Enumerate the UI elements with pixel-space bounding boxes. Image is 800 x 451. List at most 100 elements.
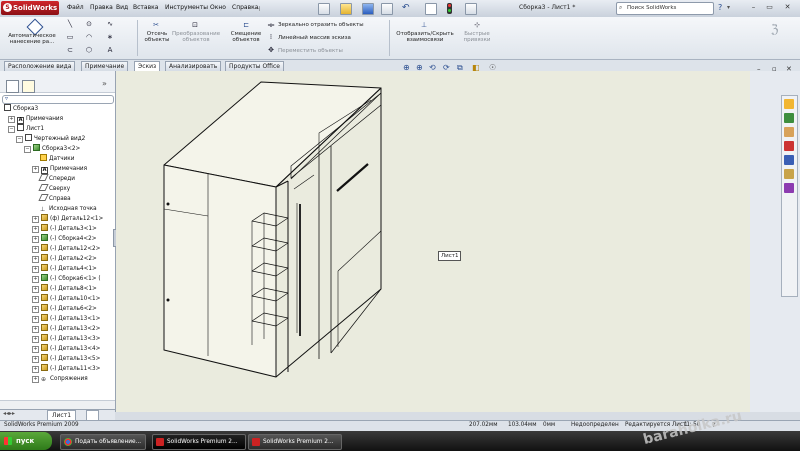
search-results-icon[interactable] — [784, 141, 794, 151]
taskbar-browser-button[interactable]: Подать объявление... — [60, 434, 146, 450]
tree-part[interactable]: + (-) Деталь8<1> — [2, 284, 115, 294]
maximize-button[interactable]: ▭ — [764, 2, 775, 12]
custom-properties-icon[interactable] — [784, 183, 794, 193]
text-tool-icon[interactable]: A — [106, 46, 114, 54]
taskbar-solidworks-button-1[interactable]: SolidWorks Premium 2... — [152, 434, 246, 450]
collapse-icon[interactable]: − — [16, 136, 23, 143]
zoom-area-icon[interactable]: ⊕ — [416, 63, 423, 72]
expand-icon[interactable]: + — [32, 366, 39, 373]
view-orientation-icon[interactable]: ⧉ — [457, 63, 463, 73]
expand-icon[interactable]: + — [32, 256, 39, 263]
move-entities-label[interactable]: Переместить объекты — [278, 48, 343, 54]
rectangle-tool-icon[interactable]: ▭ — [66, 33, 74, 41]
menu-edit[interactable]: Правка — [90, 4, 113, 11]
slot-tool-icon[interactable]: ⊂ — [66, 46, 74, 54]
minimize-button[interactable]: – — [748, 2, 759, 12]
property-manager-tab-icon[interactable] — [22, 80, 35, 93]
collapse-icon[interactable]: − — [24, 146, 31, 153]
tree-root[interactable]: Сборка3 — [2, 104, 115, 114]
rotate-view-icon[interactable]: ⟳ — [443, 63, 450, 72]
drawing-canvas[interactable] — [116, 71, 750, 412]
menu-view[interactable]: Вид — [116, 4, 128, 11]
tree-part[interactable]: + (-) Деталь13<2> — [2, 324, 115, 334]
design-library-icon[interactable] — [784, 113, 794, 123]
tree-filter-input[interactable]: ▿ — [2, 95, 114, 104]
options-icon[interactable] — [465, 3, 477, 15]
expand-icon[interactable]: + — [32, 236, 39, 243]
display-relations-label[interactable]: Отобразить/Скрыть взаимосвязи — [394, 31, 456, 43]
expand-icon[interactable]: + — [32, 306, 39, 313]
new-doc-icon[interactable] — [318, 3, 330, 15]
tree-assembly[interactable]: − Сборка3<2> — [2, 144, 115, 154]
doc-restore-button[interactable]: ▫ — [772, 65, 777, 73]
line-tool-icon[interactable]: ╲ — [66, 20, 74, 28]
save-icon[interactable] — [362, 3, 374, 15]
tree-part[interactable]: + (-) Деталь10<1> — [2, 294, 115, 304]
menu-tools[interactable]: Инструменты — [165, 4, 208, 11]
start-button[interactable]: пуск — [0, 432, 52, 450]
menu-insert[interactable]: Вставка — [133, 4, 158, 11]
tree-subassembly[interactable]: + (-) Сборка6<1> ( — [2, 274, 115, 284]
expand-icon[interactable]: + — [32, 356, 39, 363]
appearances-icon[interactable] — [784, 169, 794, 179]
section-view-label[interactable]: Отсечь объекты — [140, 31, 174, 43]
tree-notes[interactable]: + A Примечания — [2, 164, 115, 174]
linear-pattern-icon[interactable]: ⁞ — [267, 33, 275, 41]
tab-annotation[interactable]: Примечание — [81, 61, 129, 71]
resources-icon[interactable] — [784, 99, 794, 109]
expand-icon[interactable]: + — [32, 316, 39, 323]
tree-plane-top[interactable]: Сверху — [2, 184, 115, 194]
tree-part[interactable]: + (-) Деталь13<4> — [2, 344, 115, 354]
tree-part[interactable]: + (-) Деталь13<3> — [2, 334, 115, 344]
linear-pattern-label[interactable]: Линейный массив эскиза — [278, 35, 351, 41]
expand-icon[interactable]: + — [32, 266, 39, 273]
view-palette-icon[interactable] — [784, 155, 794, 165]
menu-file[interactable]: Файл — [67, 4, 84, 11]
offset-entities-label[interactable]: Смещение объектов — [227, 31, 265, 43]
doc-close-button[interactable]: ✕ — [786, 65, 792, 73]
feature-tree-tab-icon[interactable] — [6, 80, 19, 93]
expand-icon[interactable]: + — [8, 116, 15, 123]
close-button[interactable]: ✕ — [782, 2, 793, 12]
tree-part[interactable]: + (-) Деталь6<2> — [2, 304, 115, 314]
tree-part[interactable]: + (-) Деталь3<1> — [2, 224, 115, 234]
spline-tool-icon[interactable]: ∿ — [106, 20, 114, 28]
tree-mates[interactable]: + ⊕ Сопряжения — [2, 374, 115, 384]
tree-part[interactable]: + (ф) Деталь12<1> — [2, 214, 115, 224]
tree-part[interactable]: + (-) Деталь13<5> — [2, 354, 115, 364]
trim-icon[interactable]: ✂ — [152, 21, 160, 29]
convert-entities-icon[interactable]: ⊡ — [191, 21, 199, 29]
tab-office-products[interactable]: Продукты Office — [225, 61, 284, 71]
print-icon[interactable] — [381, 3, 393, 15]
expand-icon[interactable]: + — [32, 276, 39, 283]
expand-icon[interactable]: + — [32, 216, 39, 223]
expand-icon[interactable]: + — [32, 326, 39, 333]
polygon-tool-icon[interactable]: ⬡ — [85, 46, 93, 54]
move-entities-icon[interactable]: ✥ — [267, 46, 275, 54]
previous-view-icon[interactable]: ⟲ — [429, 63, 436, 72]
tree-part[interactable]: + (-) Деталь13<1> — [2, 314, 115, 324]
arc-tool-icon[interactable]: ◠ — [85, 33, 93, 41]
tree-drawing-view[interactable]: − Чертежный вид2 — [2, 134, 115, 144]
point-tool-icon[interactable]: ∗ — [106, 33, 114, 41]
display-style-icon[interactable]: ◧ — [472, 63, 480, 72]
tab-view-layout[interactable]: Расположение вида — [4, 61, 76, 71]
expand-icon[interactable]: + — [32, 336, 39, 343]
tree-origin[interactable]: ⊥ Исходная точка — [2, 204, 115, 214]
mirror-entities-label[interactable]: Зеркально отразить объекты — [278, 22, 364, 28]
mirror-icon[interactable]: ⟚ — [267, 21, 275, 29]
undo-icon[interactable]: ↶ — [402, 3, 410, 13]
tree-subassembly[interactable]: + (-) Сборка4<2> — [2, 234, 115, 244]
expand-icon[interactable]: + — [32, 346, 39, 353]
expand-icon[interactable]: + — [32, 286, 39, 293]
doc-minimize-button[interactable]: – — [757, 65, 761, 73]
convert-entities-label[interactable]: Преобразование объектов — [172, 31, 220, 43]
tree-part[interactable]: + (-) Деталь11<3> — [2, 364, 115, 374]
tree-sensors[interactable]: Датчики — [2, 154, 115, 164]
zoom-to-fit-icon[interactable]: ⊕ — [403, 63, 410, 72]
file-explorer-icon[interactable] — [784, 127, 794, 137]
help-icon[interactable]: ? — [718, 3, 722, 12]
app-logo[interactable]: S SolidWorks — [1, 1, 59, 15]
quick-snaps-icon[interactable]: ⊹ — [473, 21, 481, 29]
expand-panel-icon[interactable]: » — [102, 79, 107, 88]
